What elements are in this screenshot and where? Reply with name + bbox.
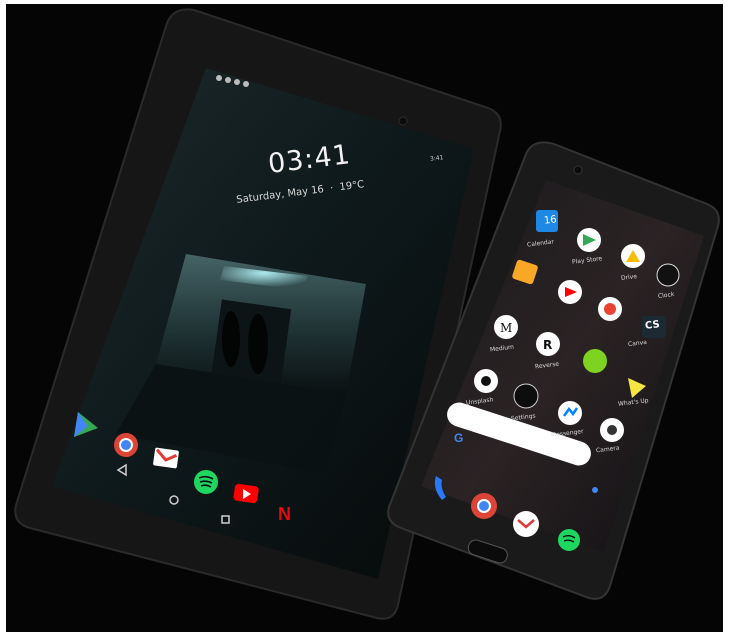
svg-text:R: R	[543, 338, 552, 352]
app-label-cs[interactable]: CS	[644, 319, 660, 332]
svg-text:G: G	[454, 431, 463, 445]
svg-text:M: M	[500, 321, 512, 335]
svg-text:N: N	[278, 504, 291, 524]
device-scene: N M R G	[14, 8, 720, 620]
photo: N M R G 03:41 Saturday, May 16 · 19°C 3:…	[6, 4, 723, 632]
calendar-day: 16	[543, 214, 558, 227]
